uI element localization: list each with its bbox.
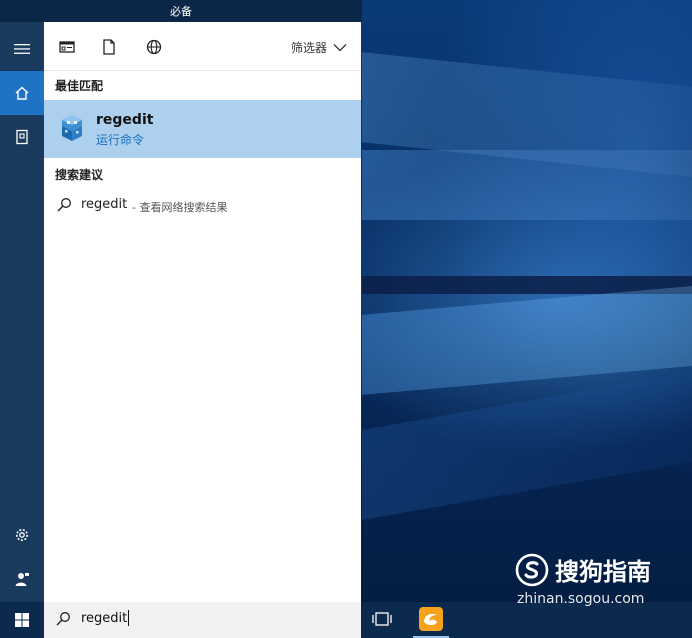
taskbar-search-box[interactable]: regedit (44, 602, 361, 638)
feedback-person-icon[interactable] (0, 557, 44, 601)
notebook-icon[interactable] (0, 115, 44, 159)
sogou-logo-icon (515, 553, 549, 586)
uc-browser-button[interactable] (413, 602, 449, 638)
text-caret (128, 610, 129, 626)
sogou-watermark: 搜狗指南 zhinan.sogou.com (515, 552, 651, 607)
suggestions-heading: 搜索建议 (55, 168, 104, 182)
uc-browser-icon (419, 607, 443, 631)
taskbar: regedit (0, 602, 692, 638)
best-match-result[interactable]: regedit 运行命令 (44, 100, 361, 158)
search-icon (55, 611, 71, 631)
search-results-panel: 筛选器 最佳匹配 regedit 运行命令 搜索建议 regedit - 查看网… (44, 22, 361, 602)
search-filter-toolbar: 筛选器 (44, 22, 361, 71)
filter-label: 筛选器 (290, 41, 327, 55)
best-match-subtitle: 运行命令 (96, 133, 145, 147)
search-suggestion-item[interactable]: regedit - 查看网络搜索结果 (44, 194, 361, 220)
settings-gear-icon[interactable] (0, 513, 44, 557)
search-icon (56, 197, 72, 217)
suggestion-description: - 查看网络搜索结果 (132, 201, 228, 214)
regedit-app-icon (58, 113, 86, 143)
watermark-url: zhinan.sogou.com (517, 591, 645, 607)
window-title-strip: 必备 (0, 0, 362, 22)
web-icon[interactable] (145, 38, 163, 56)
search-input[interactable]: regedit (81, 611, 127, 626)
windows-start-button[interactable] (0, 602, 44, 638)
hamburger-menu-icon[interactable] (0, 27, 44, 71)
best-match-heading: 最佳匹配 (55, 79, 104, 93)
watermark-brand: 搜狗指南 (555, 558, 651, 586)
apps-icon[interactable] (58, 38, 76, 56)
documents-icon[interactable] (100, 38, 118, 56)
task-view-icon[interactable] (372, 611, 392, 631)
filter-dropdown[interactable]: 筛选器 (291, 39, 347, 56)
start-rail (0, 22, 44, 602)
suggestion-term: regedit (81, 197, 128, 212)
window-title: 必备 (170, 5, 192, 18)
chevron-down-icon (333, 44, 347, 52)
best-match-title: regedit (96, 112, 154, 128)
home-icon[interactable] (0, 71, 44, 115)
windows-start-icon (15, 613, 29, 627)
